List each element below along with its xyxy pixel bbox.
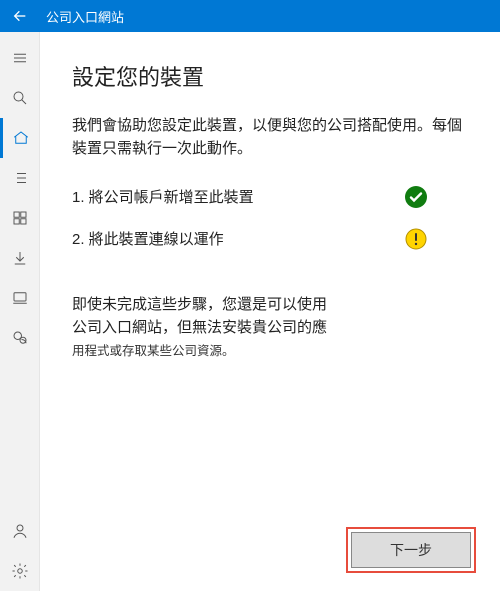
- sidebar-settings[interactable]: [0, 551, 40, 591]
- download-icon: [11, 249, 29, 267]
- list-icon: [11, 169, 29, 187]
- home-icon: [12, 129, 30, 147]
- sidebar-menu[interactable]: [0, 38, 40, 78]
- status-done-icon: [404, 185, 428, 209]
- next-button[interactable]: 下一步: [351, 532, 471, 568]
- step-item: 1. 將公司帳戶新增至此裝置: [72, 185, 468, 209]
- note-line: 即使未完成這些步驟，您還是可以使用: [72, 296, 327, 313]
- hamburger-icon: [11, 49, 29, 67]
- back-arrow-icon: [12, 8, 28, 24]
- user-icon: [11, 522, 29, 540]
- settings-icon: [11, 562, 29, 580]
- sidebar-home[interactable]: [0, 118, 40, 158]
- grid-icon: [11, 209, 29, 227]
- intro-text: 我們會協助您設定此裝置，以便與您的公司搭配使用。每個裝置只需執行一次此動作。: [72, 114, 468, 161]
- step-label: 2. 將此裝置連線以運作: [72, 228, 384, 249]
- sidebar-list[interactable]: [0, 158, 40, 198]
- footer: 下一步: [346, 527, 476, 573]
- note-text: 即使未完成這些步驟，您還是可以使用 公司入口網站，但無法安裝貴公司的應 用程式或…: [72, 293, 468, 363]
- sidebar: [0, 32, 40, 591]
- search-icon: [11, 89, 29, 107]
- step-item: 2. 將此裝置連線以運作: [72, 227, 468, 251]
- note-line: 公司入口網站，但無法安裝貴公司的應: [72, 319, 327, 336]
- page-heading: 設定您的裝置: [72, 60, 468, 92]
- status-warning-icon: [404, 227, 428, 251]
- sidebar-download[interactable]: [0, 238, 40, 278]
- sidebar-device[interactable]: [0, 278, 40, 318]
- step-label: 1. 將公司帳戶新增至此裝置: [72, 186, 384, 207]
- steps-list: 1. 將公司帳戶新增至此裝置 2. 將此裝置連線以運作: [72, 185, 468, 269]
- note-line: 用程式或存取某些公司資源。: [72, 344, 235, 358]
- button-highlight: 下一步: [346, 527, 476, 573]
- app-title: 公司入口網站: [40, 7, 124, 26]
- sidebar-search[interactable]: [0, 78, 40, 118]
- device-icon: [11, 289, 29, 307]
- chat-icon: [11, 329, 29, 347]
- sidebar-user[interactable]: [0, 511, 40, 551]
- back-button[interactable]: [0, 8, 40, 24]
- sidebar-grid[interactable]: [0, 198, 40, 238]
- main-content: 設定您的裝置 我們會協助您設定此裝置，以便與您的公司搭配使用。每個裝置只需執行一…: [40, 32, 500, 591]
- sidebar-chat[interactable]: [0, 318, 40, 358]
- title-bar: 公司入口網站: [0, 0, 500, 32]
